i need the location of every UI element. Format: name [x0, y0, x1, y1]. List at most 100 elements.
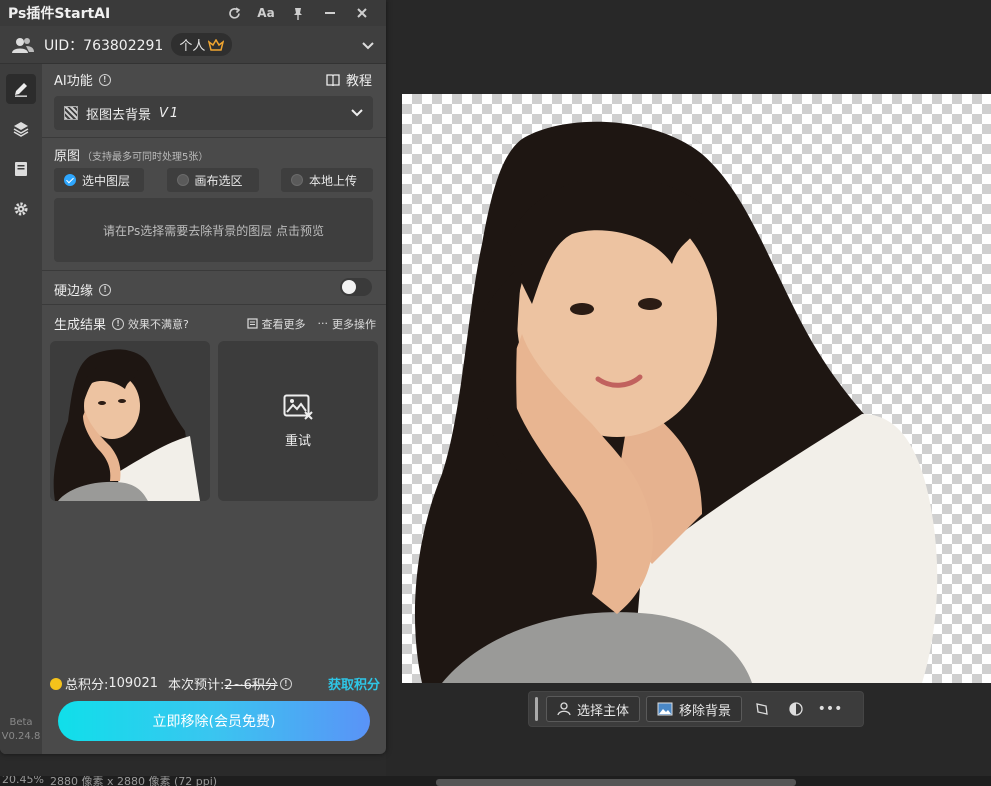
get-points-link[interactable]: 获取积分 [328, 674, 380, 693]
ai-function-heading: AI功能 ! [54, 70, 111, 89]
gear-icon [14, 202, 28, 216]
estimate-value: 2~6积分 [224, 678, 278, 693]
version-info: Beta V0.24.8 [0, 716, 42, 744]
document-size: 2880 像素 x 2880 像素 (72 ppi) [50, 776, 218, 786]
function-select[interactable]: 抠图去背景 V1 [54, 96, 373, 130]
user-id: UID：763802291 [44, 37, 164, 54]
side-item-layers[interactable] [6, 114, 36, 144]
info-icon[interactable]: ! [98, 73, 111, 86]
result-image [50, 341, 210, 501]
more-dots-icon: ··· [317, 317, 329, 330]
horizontal-scrollbar[interactable] [436, 779, 796, 786]
retry-label: 重试 [284, 433, 311, 449]
refresh-icon[interactable] [218, 6, 250, 20]
view-more-link[interactable]: 查看更多 [246, 316, 306, 332]
hard-edge-toggle[interactable] [340, 278, 372, 296]
radio-icon [291, 174, 303, 186]
source-option-local-upload[interactable]: 本地上传 [281, 168, 373, 192]
cutout-portrait [414, 121, 938, 683]
plugin-title: Ps插件StartAI [8, 6, 111, 22]
person-icon [557, 702, 571, 716]
tutorial-label: 教程 [345, 74, 372, 89]
remove-background-label: 移除背景 [679, 703, 732, 719]
transform-icon[interactable] [748, 696, 776, 722]
hard-edge-heading: 硬边缘 ! [54, 280, 112, 299]
points-summary: 总积分: 109021 本次预计: 2~6积分 ! 获取积分 [50, 674, 380, 693]
users-icon [12, 37, 34, 53]
view-more-label: 查看更多 [261, 317, 306, 331]
side-item-history[interactable] [6, 154, 36, 184]
dissatisfied-link[interactable]: 效果不满意? [128, 316, 189, 332]
preview-dropzone[interactable]: 请在Ps选择需要去除背景的图层 点击预览 [54, 198, 373, 262]
source-option-label: 选中图层 [82, 173, 131, 188]
image-icon [657, 702, 673, 716]
source-option-label: 本地上传 [309, 173, 358, 188]
source-option-canvas-selection[interactable]: 画布选区 [166, 168, 259, 192]
zoom-level: 20.45% [2, 776, 44, 786]
close-icon[interactable] [346, 7, 378, 19]
more-options-icon[interactable]: ••• [816, 696, 844, 722]
cutout-icon [64, 106, 78, 120]
main-content: AI功能 ! 教程 抠图去背景 V1 原图 （支持最多可同时处理5张） 选中图层 [42, 64, 386, 754]
total-points-label: 总积分: [65, 678, 109, 693]
plan-badge: 个人 [171, 33, 233, 56]
info-icon[interactable]: ! [112, 317, 125, 330]
font-size-icon[interactable]: Aa [250, 6, 282, 20]
source-options: 选中图层 画布选区 本地上传 [54, 168, 373, 192]
source-option-label: 画布选区 [194, 173, 243, 188]
estimate-label: 本次预计: [168, 678, 225, 693]
divider [42, 270, 386, 271]
preview-hint: 请在Ps选择需要去除背景的图层 点击预览 [102, 223, 325, 238]
select-subject-label: 选择主体 [577, 703, 630, 719]
notebook-icon [15, 162, 27, 176]
minimize-icon[interactable] [314, 7, 346, 19]
beta-label: Beta [9, 717, 33, 728]
function-version: V1 [159, 105, 181, 121]
document-canvas[interactable] [402, 94, 991, 683]
contextual-task-bar: 选择主体 移除背景 ••• [528, 691, 864, 727]
plugin-panel: Ps插件StartAI Aa UID：763802291 个人 Beta V0.… [0, 0, 386, 754]
side-item-edit[interactable] [6, 74, 36, 104]
layers-icon [13, 122, 29, 137]
source-option-selected-layer[interactable]: 选中图层 [54, 168, 144, 192]
version-label: V0.24.8 [1, 731, 41, 742]
book-icon [326, 73, 340, 86]
divider [42, 304, 386, 305]
plugin-titlebar: Ps插件StartAI Aa [0, 0, 386, 26]
divider [42, 137, 386, 138]
side-nav: Beta V0.24.8 [0, 64, 42, 754]
side-item-settings[interactable] [6, 194, 36, 224]
select-subject-button[interactable]: 选择主体 [546, 696, 641, 722]
results-label: 生成结果 [54, 318, 107, 333]
image-retry-icon [283, 394, 313, 420]
remove-now-button[interactable]: 立即移除(会员免费) [58, 701, 370, 741]
remove-background-button[interactable]: 移除背景 [646, 696, 743, 722]
results-header: 生成结果 ! 效果不满意? 查看更多 ··· 更多操作 [54, 314, 376, 333]
radio-icon [176, 174, 189, 186]
total-points-value: 109021 [108, 676, 159, 691]
tutorial-link[interactable]: 教程 [326, 70, 372, 89]
gallery-icon [246, 318, 258, 329]
plan-label: 个人 [179, 39, 206, 54]
retry-card[interactable]: 重试 [218, 341, 378, 501]
more-actions-label: 更多操作 [332, 317, 376, 331]
chevron-down-icon[interactable] [362, 35, 374, 54]
radio-checked-icon [64, 174, 76, 186]
pencil-icon [15, 83, 27, 97]
more-actions-link[interactable]: ··· 更多操作 [318, 316, 377, 332]
result-thumbnail[interactable] [50, 341, 210, 501]
source-label: 原图 [54, 149, 81, 164]
function-label: 抠图去背景 [86, 107, 152, 123]
source-hint: （支持最多可同时处理5张） [82, 152, 209, 163]
chevron-down-icon [351, 106, 363, 121]
pin-icon[interactable] [282, 7, 314, 20]
user-bar[interactable]: UID：763802291 个人 [0, 26, 386, 64]
info-icon[interactable]: ! [279, 677, 292, 690]
ai-function-label: AI功能 [54, 74, 93, 89]
info-icon[interactable]: ! [99, 283, 112, 296]
source-heading: 原图 （支持最多可同时处理5张） [54, 145, 208, 164]
drag-handle[interactable] [535, 697, 538, 721]
adjustment-icon[interactable] [782, 696, 810, 722]
coin-icon [50, 677, 62, 690]
crown-icon [208, 38, 225, 51]
